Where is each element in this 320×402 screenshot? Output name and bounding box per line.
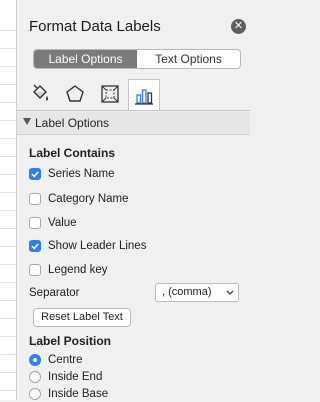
format-data-labels-pane: Format Data Labels ✕ Label Options Text … [17, 0, 250, 400]
pane-title: Format Data Labels [29, 18, 161, 35]
grid-line [0, 102, 16, 103]
separator-value: , (comma) [162, 286, 212, 298]
options-segmented-control: Label Options Text Options [33, 49, 241, 69]
label-options-section-header[interactable]: Label Options [17, 112, 250, 135]
effects-pentagon-icon [66, 85, 84, 102]
category-name-checkbox-row[interactable]: Category Name [29, 191, 129, 207]
inside-base-radio[interactable] [29, 388, 41, 400]
grid-line [0, 210, 16, 211]
close-icon: ✕ [233, 20, 244, 32]
centre-radio-row[interactable]: Centre [29, 352, 83, 368]
grid-line [0, 120, 16, 121]
tab-text-options[interactable]: Text Options [137, 50, 240, 68]
value-checkbox-row[interactable]: Value [29, 215, 77, 231]
grid-line [0, 192, 16, 193]
grid-line [0, 354, 16, 355]
label-position-title: Label Position [29, 334, 112, 348]
checkmark-icon [31, 171, 39, 178]
separator-select[interactable]: , (comma) [155, 283, 239, 302]
legend-key-label: Legend key [48, 264, 108, 276]
grid-line [0, 372, 16, 373]
section-title: Label Options [35, 116, 110, 130]
label-options-tab[interactable] [128, 79, 160, 111]
grid-line [0, 318, 16, 319]
separator-label: Separator [29, 287, 80, 299]
grid-line [0, 48, 16, 49]
centre-radio[interactable] [29, 354, 41, 366]
size-properties-icon [101, 85, 119, 103]
category-name-checkbox[interactable] [29, 193, 41, 205]
effects-tab[interactable] [60, 79, 90, 109]
show-leader-lines-checkbox[interactable] [29, 240, 41, 252]
grid-line [0, 156, 16, 157]
chevron-down-icon [226, 290, 234, 295]
grid-line [0, 138, 16, 139]
inside-end-radio-row[interactable]: Inside End [29, 369, 102, 385]
value-checkbox[interactable] [29, 217, 41, 229]
grid-line [0, 336, 16, 337]
centre-label: Centre [48, 354, 83, 366]
fill-line-tab[interactable] [25, 79, 55, 109]
grid-line [0, 174, 16, 175]
category-name-label: Category Name [48, 193, 129, 205]
spreadsheet-edge [0, 0, 17, 400]
grid-line [0, 282, 16, 283]
legend-key-checkbox[interactable] [29, 264, 41, 276]
grid-line [0, 246, 16, 247]
grid-line [0, 66, 16, 67]
inside-end-label: Inside End [48, 371, 103, 383]
inside-base-label: Inside Base [48, 388, 109, 400]
grid-line [0, 264, 16, 265]
checkmark-icon [31, 243, 39, 250]
label-contains-title: Label Contains [29, 146, 116, 160]
grid-line [0, 390, 16, 391]
value-label: Value [48, 217, 77, 229]
size-properties-tab[interactable] [95, 79, 125, 109]
series-name-checkbox[interactable] [29, 168, 41, 180]
show-leader-lines-label: Show Leader Lines [48, 240, 147, 252]
fill-line-icon [33, 84, 48, 101]
legend-key-checkbox-row[interactable]: Legend key [29, 262, 107, 278]
tab-divider [17, 110, 250, 111]
series-name-checkbox-row[interactable]: Series Name [29, 166, 114, 182]
close-button[interactable]: ✕ [231, 19, 246, 34]
series-name-label: Series Name [48, 168, 115, 180]
label-options-chart-icon [135, 88, 153, 105]
reset-label-text-button[interactable]: Reset Label Text [33, 308, 131, 327]
inside-end-radio[interactable] [29, 371, 41, 383]
grid-line [0, 30, 16, 31]
show-leader-lines-checkbox-row[interactable]: Show Leader Lines [29, 238, 146, 254]
grid-line [0, 300, 16, 301]
grid-line [0, 228, 16, 229]
tab-label-options[interactable]: Label Options [34, 50, 137, 68]
disclosure-triangle-icon [23, 118, 31, 125]
grid-line [0, 84, 16, 85]
